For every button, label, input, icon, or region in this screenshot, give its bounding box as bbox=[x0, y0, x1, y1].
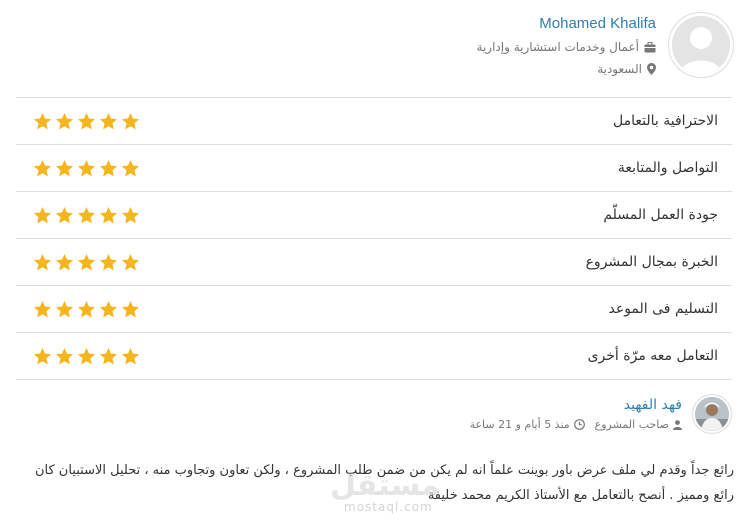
star-icon bbox=[55, 253, 74, 270]
freelancer-category: أعمال وخدمات استشارية وإدارية bbox=[477, 40, 656, 54]
reviewer-photo bbox=[695, 397, 729, 431]
rating-row: التعامل معه مرّة أخرى bbox=[16, 333, 732, 380]
star-icon bbox=[55, 159, 74, 176]
star-icon bbox=[99, 112, 118, 129]
star-icon bbox=[55, 347, 74, 364]
rating-label: الخبرة بمجال المشروع bbox=[585, 254, 718, 270]
rating-row: جودة العمل المسلّم bbox=[16, 192, 732, 239]
user-icon bbox=[673, 419, 682, 430]
star-icon bbox=[121, 300, 140, 317]
star-icon bbox=[77, 112, 96, 129]
rating-stars bbox=[33, 253, 140, 272]
star-icon bbox=[33, 300, 52, 317]
reviewer-role: صاحب المشروع bbox=[594, 418, 669, 431]
freelancer-category-text: أعمال وخدمات استشارية وإدارية bbox=[476, 40, 639, 54]
freelancer-info: Mohamed Khalifa أعمال وخدمات استشارية وإ… bbox=[477, 12, 656, 76]
freelancer-country-text: السعودية bbox=[597, 62, 642, 76]
review-card: Mohamed Khalifa أعمال وخدمات استشارية وإ… bbox=[0, 0, 756, 520]
star-icon bbox=[33, 112, 52, 129]
star-icon bbox=[77, 347, 96, 364]
star-icon bbox=[99, 300, 118, 317]
rating-label: التسليم فى الموعد bbox=[608, 301, 719, 317]
star-icon bbox=[33, 206, 52, 223]
star-icon bbox=[77, 253, 96, 270]
rating-row: التسليم فى الموعد bbox=[16, 286, 732, 333]
star-icon bbox=[55, 206, 74, 223]
star-icon bbox=[77, 159, 96, 176]
star-icon bbox=[77, 206, 96, 223]
star-icon bbox=[121, 159, 140, 176]
rating-stars bbox=[33, 159, 140, 178]
rating-label: التعامل معه مرّة أخرى bbox=[587, 348, 718, 364]
freelancer-header: Mohamed Khalifa أعمال وخدمات استشارية وإ… bbox=[477, 12, 734, 78]
reviewer-meta: صاحب المشروع منذ 5 أيام و 21 ساعة bbox=[470, 418, 682, 431]
rating-label: جودة العمل المسلّم bbox=[603, 207, 718, 223]
star-icon bbox=[33, 347, 52, 364]
star-icon bbox=[33, 253, 52, 270]
star-icon bbox=[121, 112, 140, 129]
ratings-table: الاحترافية بالتعامل التواصل والمتابعة جودة… bbox=[16, 97, 732, 380]
star-icon bbox=[55, 112, 74, 129]
star-icon bbox=[99, 347, 118, 364]
star-icon bbox=[121, 253, 140, 270]
rating-row: التواصل والمتابعة bbox=[16, 145, 732, 192]
star-icon bbox=[55, 300, 74, 317]
clock-icon bbox=[573, 419, 585, 430]
rating-stars bbox=[33, 347, 140, 366]
reviewer-info: فهد الفهيد صاحب المشروع منذ 5 أيام و 21 … bbox=[470, 397, 682, 431]
review-time: منذ 5 أيام و 21 ساعة bbox=[469, 418, 570, 431]
rating-row: الخبرة بمجال المشروع bbox=[16, 239, 732, 286]
star-icon bbox=[121, 206, 140, 223]
watermark-logo: مستقل bbox=[330, 468, 440, 503]
freelancer-avatar[interactable] bbox=[668, 12, 734, 78]
star-icon bbox=[99, 159, 118, 176]
star-icon bbox=[99, 253, 118, 270]
freelancer-country: السعودية bbox=[477, 62, 656, 76]
star-icon bbox=[33, 159, 52, 176]
star-icon bbox=[77, 300, 96, 317]
rating-label: التواصل والمتابعة bbox=[617, 160, 718, 176]
rating-stars bbox=[33, 112, 140, 131]
map-marker-icon bbox=[647, 63, 656, 75]
star-icon bbox=[121, 347, 140, 364]
star-icon bbox=[99, 206, 118, 223]
reviewer-avatar[interactable] bbox=[692, 394, 732, 434]
briefcase-icon bbox=[644, 41, 656, 52]
rating-row: الاحترافية بالتعامل bbox=[16, 98, 732, 145]
review-header: فهد الفهيد صاحب المشروع منذ 5 أيام و 21 … bbox=[470, 394, 732, 434]
reviewer-name-link[interactable]: فهد الفهيد bbox=[470, 397, 682, 413]
rating-stars bbox=[33, 206, 140, 225]
freelancer-name-link[interactable]: Mohamed Khalifa bbox=[477, 15, 656, 32]
default-user-icon bbox=[672, 16, 730, 74]
rating-label: الاحترافية بالتعامل bbox=[612, 113, 718, 129]
rating-stars bbox=[33, 300, 140, 319]
watermark-url: mostaql.com bbox=[344, 500, 433, 514]
